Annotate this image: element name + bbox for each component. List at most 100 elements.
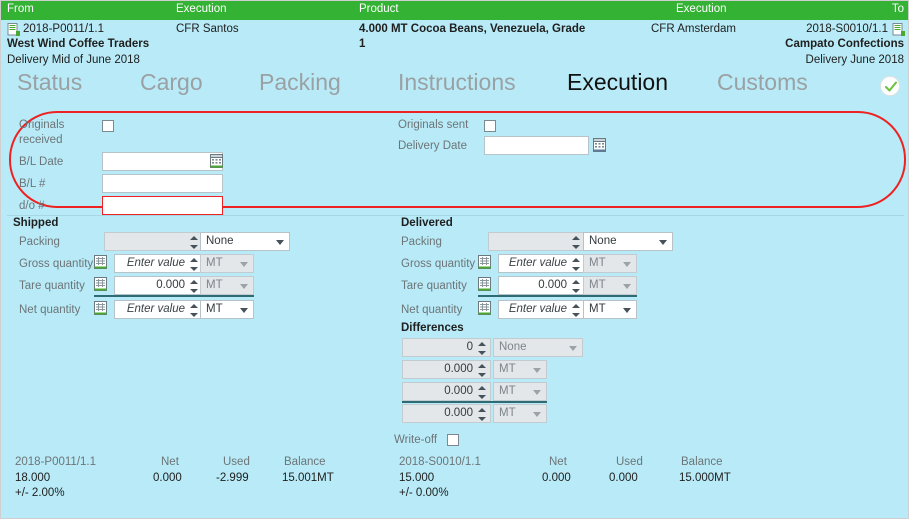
delivered-packing-unit-chevron-down-icon xyxy=(659,240,667,245)
tab-packing[interactable]: Packing xyxy=(259,69,341,96)
summary-right-used-header: Used xyxy=(616,456,643,468)
shipped-packing-spinner-arrows[interactable] xyxy=(190,235,199,250)
to-party-name: Campato Confections xyxy=(785,38,904,50)
delivered-packing-label: Packing xyxy=(401,236,442,248)
delivered-tare-spinner-arrows[interactable] xyxy=(572,279,581,294)
delivered-net-quantity-stepper[interactable]: Enter value xyxy=(498,300,585,319)
difference-row-0-unit-value: None xyxy=(499,341,527,353)
tab-execution[interactable]: Execution xyxy=(567,69,668,96)
to-reference[interactable]: 2018-S0010/1.1 xyxy=(806,23,888,35)
bl-number-label: B/L # xyxy=(19,178,46,190)
difference-row-0-value: 0 xyxy=(466,341,473,353)
purchase-document-icon[interactable] xyxy=(7,23,20,36)
tab-status[interactable]: Status xyxy=(17,69,82,96)
shipped-net-rule xyxy=(94,295,254,297)
delivered-tare-calculator-icon[interactable] xyxy=(478,277,491,291)
delivered-tare-quantity-value: 0.000 xyxy=(538,279,567,291)
tab-customs[interactable]: Customs xyxy=(717,69,808,96)
delivered-tare-unit-select[interactable]: MT xyxy=(583,276,637,295)
difference-row-1-value: 0.000 xyxy=(444,363,473,375)
difference-row-1-spinner-arrows[interactable] xyxy=(478,363,487,378)
shipped-net-calculator-icon[interactable] xyxy=(94,301,107,315)
difference-row-1-chevron-down-icon xyxy=(533,368,541,373)
delivered-gross-calculator-icon[interactable] xyxy=(478,255,491,269)
differences-section-title: Differences xyxy=(401,322,464,334)
shipped-gross-unit-chevron-down-icon xyxy=(240,262,248,267)
originals-sent-checkbox[interactable] xyxy=(484,120,496,132)
shipped-gross-spinner-arrows[interactable] xyxy=(190,257,199,272)
bl-date-input[interactable] xyxy=(102,152,223,171)
shipped-tare-quantity-stepper[interactable]: 0.000 xyxy=(114,276,203,295)
summary-left-net: 0.000 xyxy=(153,472,182,484)
shipped-tare-unit-select[interactable]: MT xyxy=(200,276,254,295)
shipped-net-unit-select[interactable]: MT xyxy=(200,300,254,319)
shipped-net-quantity-label: Net quantity xyxy=(19,304,81,316)
difference-row-2-spinner-arrows[interactable] xyxy=(478,385,487,400)
summary-right-net-header: Net xyxy=(549,456,567,468)
delivered-gross-unit-value: MT xyxy=(589,257,606,269)
summary-right-used: 0.000 xyxy=(609,472,638,484)
shipped-packing-unit-select[interactable]: None xyxy=(200,232,290,251)
delivered-net-spinner-arrows[interactable] xyxy=(572,303,581,318)
difference-row-3-unit-select[interactable]: MT xyxy=(493,404,547,423)
from-reference[interactable]: 2018-P0011/1.1 xyxy=(23,23,104,35)
delivered-section-title: Delivered xyxy=(401,217,453,229)
delivery-date-calendar-icon[interactable] xyxy=(593,138,606,152)
delivered-packing-unit-select[interactable]: None xyxy=(583,232,673,251)
do-number-input[interactable] xyxy=(102,196,223,215)
shipped-packing-unit-value: None xyxy=(206,235,234,247)
difference-row-0-stepper[interactable]: 0 xyxy=(402,338,491,357)
summary-left-balance: 15.001MT xyxy=(282,472,334,484)
bl-date-calendar-icon[interactable] xyxy=(210,154,223,168)
delivery-date-input[interactable] xyxy=(484,136,589,155)
delivered-packing-stepper[interactable] xyxy=(488,232,585,251)
shipped-net-quantity-stepper[interactable]: Enter value xyxy=(114,300,203,319)
tab-cargo[interactable]: Cargo xyxy=(140,69,203,96)
sales-document-icon[interactable] xyxy=(892,23,905,36)
difference-row-3-spinner-arrows[interactable] xyxy=(478,407,487,422)
delivered-net-unit-value: MT xyxy=(589,303,606,315)
difference-row-3-stepper[interactable]: 0.000 xyxy=(402,404,491,423)
shipped-net-quantity-value: Enter value xyxy=(126,303,185,315)
delivered-tare-quantity-stepper[interactable]: 0.000 xyxy=(498,276,585,295)
summary-left-used-header: Used xyxy=(223,456,250,468)
delivered-gross-unit-select[interactable]: MT xyxy=(583,254,637,273)
shipped-gross-quantity-stepper[interactable]: Enter value xyxy=(114,254,203,273)
difference-row-1-unit-select[interactable]: MT xyxy=(493,360,547,379)
delivered-net-quantity-value: Enter value xyxy=(508,303,567,315)
difference-row-2-stepper[interactable]: 0.000 xyxy=(402,382,491,401)
delivered-net-calculator-icon[interactable] xyxy=(478,301,491,315)
difference-row-0-chevron-down-icon xyxy=(569,346,577,351)
difference-row-3-unit-value: MT xyxy=(499,407,516,419)
summary-left-quantity: 18.000 xyxy=(15,472,51,484)
originals-received-checkbox[interactable] xyxy=(102,120,114,132)
product-line-1: 4.000 MT Cocoa Beans, Venezuela, Grade xyxy=(359,23,586,35)
delivered-packing-spinner-arrows[interactable] xyxy=(572,235,581,250)
delivered-tare-quantity-label: Tare quantity xyxy=(401,280,467,292)
tab-instructions[interactable]: Instructions xyxy=(398,69,516,96)
shipped-tare-calculator-icon[interactable] xyxy=(94,277,107,291)
shipped-gross-calculator-icon[interactable] xyxy=(94,255,107,269)
delivered-gross-spinner-arrows[interactable] xyxy=(572,257,581,272)
difference-row-3-value: 0.000 xyxy=(444,407,473,419)
delivered-packing-unit-value: None xyxy=(589,235,617,247)
delivered-net-unit-chevron-down-icon xyxy=(623,308,631,313)
delivered-gross-quantity-stepper[interactable]: Enter value xyxy=(498,254,585,273)
originals-sent-label: Originals sent xyxy=(398,119,469,131)
difference-row-2-unit-select[interactable]: MT xyxy=(493,382,547,401)
shipped-gross-unit-select[interactable]: MT xyxy=(200,254,254,273)
difference-row-0-unit-select[interactable]: None xyxy=(493,338,583,357)
delivered-net-rule xyxy=(478,295,637,297)
shipped-tare-spinner-arrows[interactable] xyxy=(190,279,199,294)
write-off-checkbox[interactable] xyxy=(447,434,459,446)
execution-screen: From Execution Product Execution To 2018… xyxy=(0,0,909,519)
difference-row-0-spinner-arrows[interactable] xyxy=(478,341,487,356)
shipped-gross-quantity-value: Enter value xyxy=(126,257,185,269)
status-complete-check-icon xyxy=(880,76,900,96)
shipped-net-spinner-arrows[interactable] xyxy=(190,303,199,318)
shipped-packing-stepper[interactable] xyxy=(104,232,203,251)
header-column-execution-left: Execution xyxy=(176,3,227,15)
difference-row-1-stepper[interactable]: 0.000 xyxy=(402,360,491,379)
delivered-net-unit-select[interactable]: MT xyxy=(583,300,637,319)
bl-number-input[interactable] xyxy=(102,174,223,193)
